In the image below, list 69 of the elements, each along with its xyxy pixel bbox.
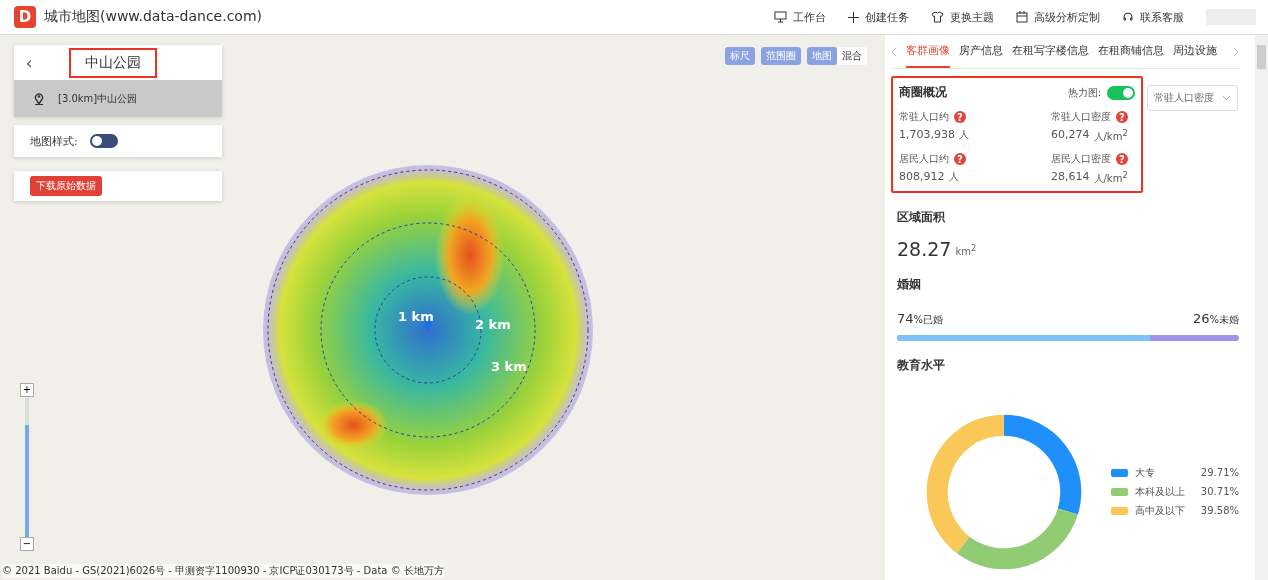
nav-link[interactable]: 创建任务 [848, 9, 909, 25]
chevron-down-icon [1222, 95, 1231, 101]
legend-label: 高中及以下 [1134, 503, 1186, 518]
nav-link[interactable]: 高级分析定制 [1016, 9, 1100, 25]
area-unit: km$^{2}$ [955, 243, 977, 258]
calendar-icon [1016, 11, 1028, 23]
search-result[interactable]: [3.0km]中山公园 [14, 80, 222, 117]
help-icon[interactable]: ? [1116, 111, 1128, 123]
chevron-right-icon[interactable] [1233, 46, 1239, 57]
stat-unit: 人/km$^{2}$ [1093, 128, 1128, 145]
monitor-icon [774, 11, 787, 23]
back-button[interactable]: ‹ [14, 52, 44, 73]
place-title: 中山公园 [69, 47, 157, 78]
ring-distance-label: 2 km [475, 317, 511, 332]
chevron-left-icon[interactable] [891, 46, 897, 57]
app-title: 城市地图(www.data-dance.com) [44, 8, 263, 26]
zoom-in-button[interactable]: + [20, 383, 34, 397]
section-title: 教育水平 [897, 356, 946, 374]
section-title: 商圈概况 [899, 84, 947, 101]
stat-value: 60,274 [1051, 128, 1090, 143]
stat-label: 常驻人口密度 [1051, 110, 1111, 124]
legend-label: 本科及以上 [1134, 484, 1186, 499]
zoom-out-button[interactable]: − [20, 537, 34, 551]
location-pin-icon [34, 92, 44, 105]
help-icon[interactable]: ? [1116, 153, 1128, 166]
area-value: 28.27 [897, 237, 952, 260]
stat-label: 居民人口密度 [1051, 152, 1111, 167]
tab[interactable]: 房产信息 [959, 35, 1003, 68]
stat-value: 28,614 [1051, 170, 1090, 186]
headset-icon [1122, 11, 1134, 23]
scrollbar[interactable] [1255, 35, 1268, 580]
metric-dropdown[interactable]: 常驻人口密度 [1147, 85, 1238, 111]
stat-label: 常驻人口约 [899, 110, 949, 124]
stat-label: 居民人口约 [899, 152, 949, 167]
section-title: 婚姻 [897, 275, 922, 293]
plus-icon [848, 11, 859, 23]
tab[interactable]: 客群画像 [906, 35, 950, 68]
stat-unit: 人/km$^{2}$ [1093, 170, 1128, 187]
download-button[interactable]: 下载原始数据 [30, 176, 102, 196]
tab[interactable]: 在租写字楼信息 [1012, 35, 1089, 68]
legend-value: 29.71% [1200, 467, 1239, 479]
heatmap-label: 热力图: [1067, 85, 1101, 100]
section-title: 区域面积 [897, 208, 946, 226]
map-style-switch[interactable] [89, 134, 118, 148]
nav-link[interactable]: 联系客服 [1122, 9, 1184, 25]
stat-value: 808,912 [899, 170, 945, 185]
unmarried-share: 26%未婚 [1192, 310, 1239, 327]
nav-link[interactable]: 更换主题 [931, 9, 994, 25]
legend-value: 30.71% [1200, 486, 1239, 498]
ring-distance-label: 1 km [398, 309, 434, 324]
map-style-label: 地图样式: [30, 133, 78, 149]
help-icon[interactable]: ? [954, 153, 966, 166]
nav-link[interactable]: 工作台 [774, 9, 826, 25]
help-icon[interactable]: ? [954, 111, 966, 123]
ring-distance-label: 3 km [491, 359, 527, 374]
stat-value: 1,703,938 [899, 128, 955, 142]
shirt-icon [931, 11, 944, 23]
zoom-slider[interactable] [25, 397, 29, 537]
logo-icon: D [14, 6, 36, 28]
heatmap-switch[interactable] [1107, 85, 1135, 100]
married-share: 74%已婚 [897, 310, 944, 327]
legend-value: 39.58% [1200, 505, 1239, 517]
map-layer-tab[interactable]: 混合 [837, 47, 867, 65]
stat-unit: 人 [959, 128, 969, 142]
legend-label: 大专 [1134, 465, 1156, 480]
map-attribution: © 2021 Baidu - GS(2021)6026号 - 甲测资字1100930 - 京ICP证030173号 - Data © 长地万方 [2, 564, 444, 578]
stat-unit: 人 [948, 170, 959, 185]
tab[interactable]: 周边设施 [1173, 35, 1217, 68]
tab[interactable]: 在租商铺信息 [1098, 35, 1164, 68]
